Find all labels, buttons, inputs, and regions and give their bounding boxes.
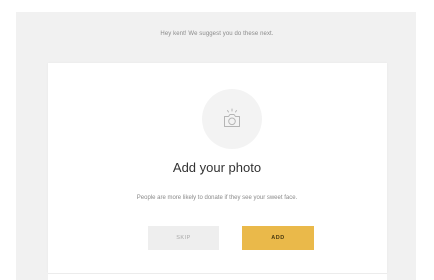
suggestion-text: Hey kent! We suggest you do these next. (160, 31, 274, 37)
camera-icon (224, 108, 240, 127)
card-description: People are more likely to donate if they… (136, 195, 298, 201)
page: Hey kent! We suggest you do these next. … (0, 0, 434, 280)
add-button[interactable]: ADD (242, 226, 314, 250)
card-title: Add your photo (172, 160, 262, 175)
skip-button[interactable]: SKIP (148, 226, 219, 250)
add-photo-icon-circle[interactable] (202, 89, 262, 149)
next-card-edge (48, 273, 387, 280)
